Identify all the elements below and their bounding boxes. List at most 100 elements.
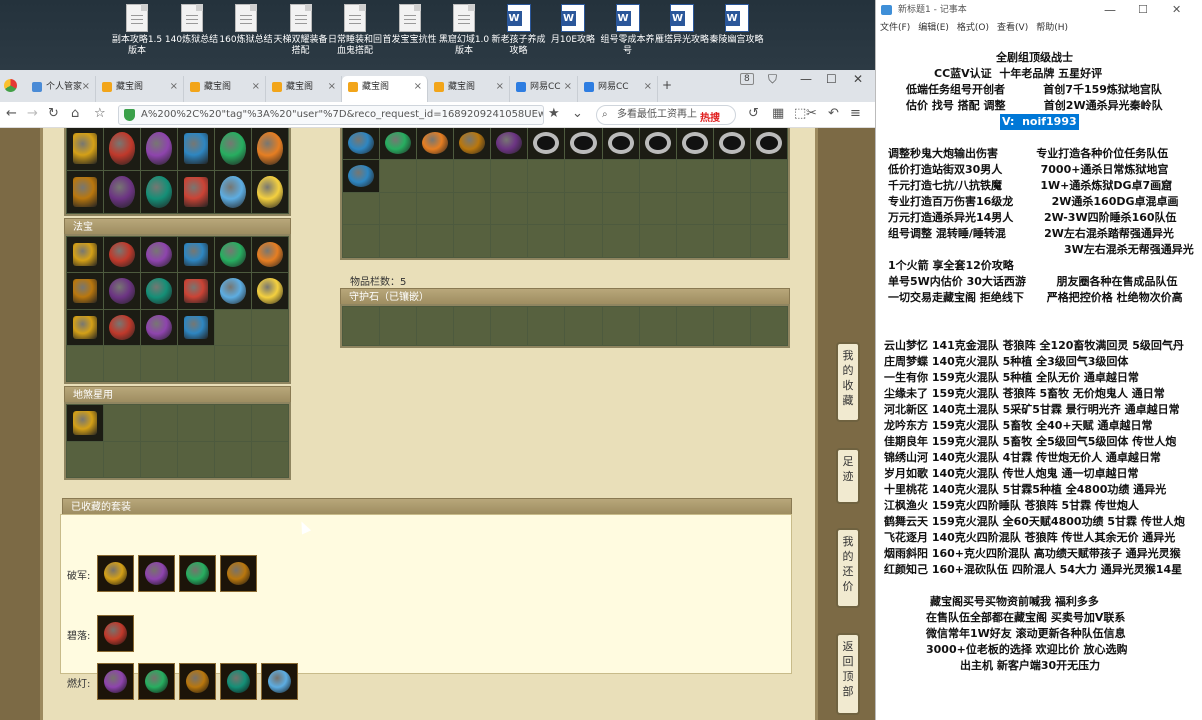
- set-item[interactable]: [138, 555, 175, 592]
- item-slot[interactable]: [252, 237, 288, 273]
- empty-slot[interactable]: [750, 225, 787, 257]
- item-slot[interactable]: [491, 128, 528, 159]
- tab-close-icon[interactable]: ×: [414, 76, 422, 98]
- item-slot[interactable]: [141, 170, 177, 213]
- browser-tab[interactable]: 藏宝阁 ×: [184, 76, 266, 102]
- tab-close-icon[interactable]: ×: [328, 76, 336, 98]
- item-slot[interactable]: [141, 128, 177, 170]
- browser-tab[interactable]: 藏宝阁 ×: [428, 76, 510, 102]
- desktop-icon[interactable]: 首发宝宝抗性: [383, 4, 437, 46]
- empty-slot[interactable]: [602, 225, 639, 257]
- empty-slot[interactable]: [565, 225, 602, 257]
- empty-slot[interactable]: [602, 159, 639, 192]
- item-slot[interactable]: [215, 273, 251, 309]
- back-icon[interactable]: ←: [6, 106, 17, 121]
- item-slot[interactable]: [67, 237, 103, 273]
- notepad-text-area[interactable]: 全剧组顶级战士 CC蓝V认证 十年老品牌 五星好评 低端任务组号开创者 首创7千15…: [876, 36, 1202, 720]
- item-slot[interactable]: [252, 170, 288, 213]
- set-item[interactable]: [220, 555, 257, 592]
- set-item[interactable]: [261, 663, 298, 700]
- tab-close-icon[interactable]: ×: [170, 76, 178, 98]
- tab-close-icon[interactable]: ×: [564, 76, 572, 98]
- tab-count[interactable]: 8: [740, 73, 754, 85]
- dropdown-icon[interactable]: ⌄: [572, 106, 583, 121]
- item-slot[interactable]: [750, 128, 787, 159]
- address-bar[interactable]: A%200%2C%20"tag"%3A%20"user"%7D&reco_req…: [118, 105, 544, 125]
- empty-slot[interactable]: [417, 159, 454, 192]
- empty-slot[interactable]: [713, 307, 750, 345]
- empty-slot[interactable]: [141, 441, 177, 477]
- empty-slot[interactable]: [343, 225, 380, 257]
- empty-slot[interactable]: [713, 192, 750, 225]
- empty-slot[interactable]: [713, 225, 750, 257]
- minimize-icon[interactable]: —: [800, 72, 812, 86]
- side-button[interactable]: 我 的 还 价: [836, 528, 860, 608]
- empty-slot[interactable]: [491, 307, 528, 345]
- item-slot[interactable]: [380, 128, 417, 159]
- empty-slot[interactable]: [676, 159, 713, 192]
- empty-slot[interactable]: [491, 192, 528, 225]
- set-item[interactable]: [97, 663, 134, 700]
- tab-close-icon[interactable]: ×: [82, 76, 90, 98]
- item-slot[interactable]: [565, 128, 602, 159]
- empty-slot[interactable]: [252, 405, 288, 441]
- empty-slot[interactable]: [528, 192, 565, 225]
- desktop-icon[interactable]: W 组号零成本养号: [601, 4, 655, 57]
- item-slot[interactable]: [67, 405, 103, 441]
- maximize-icon[interactable]: ☐: [1138, 0, 1148, 20]
- item-slot[interactable]: [343, 128, 380, 159]
- empty-slot[interactable]: [750, 192, 787, 225]
- desktop-icon[interactable]: 160炼狱总结: [219, 4, 273, 46]
- scissors-icon[interactable]: ✂: [806, 106, 817, 121]
- desktop-icon[interactable]: W 雁塔异光攻略: [655, 4, 709, 46]
- notepad-menu-item[interactable]: 帮助(H): [1036, 23, 1068, 33]
- desktop-icon[interactable]: W 月10E攻略: [546, 4, 600, 46]
- close-icon[interactable]: ✕: [1172, 0, 1181, 20]
- set-item[interactable]: [179, 663, 216, 700]
- empty-slot[interactable]: [417, 307, 454, 345]
- item-slot[interactable]: [178, 237, 214, 273]
- empty-slot[interactable]: [178, 405, 214, 441]
- maximize-icon[interactable]: ☐: [826, 72, 837, 86]
- empty-slot[interactable]: [141, 345, 177, 381]
- item-slot[interactable]: [602, 128, 639, 159]
- browser-tab[interactable]: 藏宝阁 ×: [96, 76, 184, 102]
- empty-slot[interactable]: [602, 307, 639, 345]
- empty-slot[interactable]: [380, 159, 417, 192]
- empty-slot[interactable]: [252, 441, 288, 477]
- empty-slot[interactable]: [676, 192, 713, 225]
- empty-slot[interactable]: [491, 225, 528, 257]
- empty-slot[interactable]: [178, 345, 214, 381]
- item-slot[interactable]: [104, 128, 140, 170]
- empty-slot[interactable]: [252, 309, 288, 345]
- set-item[interactable]: [179, 555, 216, 592]
- extensions-icon[interactable]: ⬚: [794, 106, 806, 121]
- item-slot[interactable]: [67, 273, 103, 309]
- apps-icon[interactable]: ▦: [772, 106, 784, 121]
- desktop-icon[interactable]: 日常睡装和回血鬼搭配: [328, 4, 382, 57]
- set-item[interactable]: [220, 663, 257, 700]
- empty-slot[interactable]: [639, 192, 676, 225]
- empty-slot[interactable]: [565, 192, 602, 225]
- item-slot[interactable]: [141, 273, 177, 309]
- item-slot[interactable]: [528, 128, 565, 159]
- item-slot[interactable]: [343, 159, 380, 192]
- minimize-icon[interactable]: —: [1104, 0, 1116, 20]
- shirt-icon[interactable]: ⛉: [768, 72, 777, 87]
- empty-slot[interactable]: [417, 225, 454, 257]
- notepad-menu-item[interactable]: 格式(O): [957, 23, 989, 33]
- browser-tab[interactable]: 藏宝阁 ×: [266, 76, 342, 102]
- notepad-menu-item[interactable]: 编辑(E): [918, 23, 949, 33]
- notepad-menu-item[interactable]: 文件(F): [880, 23, 910, 33]
- empty-slot[interactable]: [67, 441, 103, 477]
- item-slot[interactable]: [215, 128, 251, 170]
- item-slot[interactable]: [67, 309, 103, 345]
- item-slot[interactable]: [104, 170, 140, 213]
- forward-icon[interactable]: →: [27, 106, 38, 121]
- refresh-icon[interactable]: ↻: [48, 106, 59, 121]
- empty-slot[interactable]: [141, 405, 177, 441]
- empty-slot[interactable]: [252, 345, 288, 381]
- empty-slot[interactable]: [380, 192, 417, 225]
- side-button[interactable]: 我 的 收 藏: [836, 342, 860, 422]
- empty-slot[interactable]: [750, 159, 787, 192]
